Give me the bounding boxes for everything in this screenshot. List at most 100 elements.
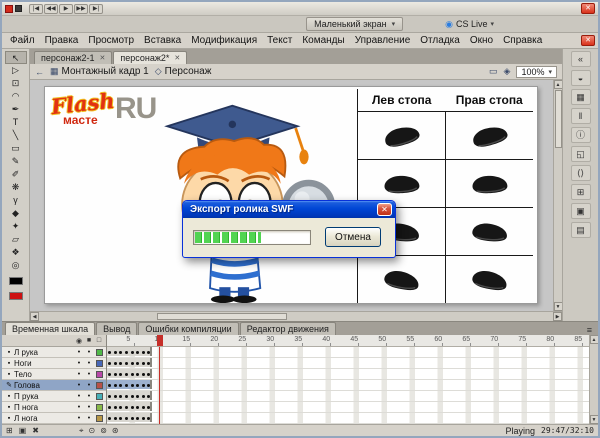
layer-lock-dot[interactable]: •: [84, 349, 94, 356]
menu-item-6[interactable]: Команды: [297, 34, 349, 47]
new-layer-icon[interactable]: ⊞: [6, 426, 13, 435]
hand-tool[interactable]: ❖: [5, 246, 27, 259]
frames-area[interactable]: 510152025303540455055606570758085: [107, 335, 589, 425]
layer-row-4[interactable]: ▪ П рука • •: [2, 391, 106, 403]
frames-row-0[interactable]: [107, 347, 589, 359]
scroll-up-icon[interactable]: ▲: [589, 335, 598, 345]
layer-visible-dot[interactable]: •: [74, 404, 84, 411]
transform-panel-icon[interactable]: ◱: [570, 146, 591, 162]
eraser-tool[interactable]: ▱: [5, 233, 27, 246]
workspace-switcher[interactable]: Маленький экран ▾: [306, 17, 404, 31]
info-panel-icon[interactable]: ⓘ: [570, 127, 591, 143]
stop-icon[interactable]: [15, 5, 22, 12]
dialog-titlebar[interactable]: Экспорт ролика SWF ✕: [183, 201, 395, 218]
pasteboard[interactable]: Flash RU масте Лев стопа Прав стопа Эксп…: [30, 80, 553, 311]
stroke-color-swatch[interactable]: [5, 275, 27, 287]
menu-item-7[interactable]: Управление: [350, 34, 416, 47]
layer-visible-dot[interactable]: •: [74, 415, 84, 422]
go-last-button[interactable]: ▶|: [89, 3, 103, 14]
timeline-tab-2[interactable]: Ошибки компиляции: [138, 322, 239, 336]
cs-live-button[interactable]: ◉ CS Live ▾: [445, 19, 494, 30]
frames-row-6[interactable]: [107, 413, 589, 425]
components-panel-icon[interactable]: ⊞: [570, 184, 591, 200]
layer-visible-dot[interactable]: •: [74, 393, 84, 400]
pen-tool[interactable]: ✒: [5, 103, 27, 116]
frame-ruler[interactable]: 510152025303540455055606570758085: [107, 335, 589, 348]
center-frame-icon[interactable]: ⌖: [79, 426, 84, 436]
rectangle-tool[interactable]: ▭: [5, 142, 27, 155]
pencil-tool[interactable]: ✎: [5, 155, 27, 168]
play-button[interactable]: ▶: [59, 3, 73, 14]
menu-item-2[interactable]: Просмотр: [83, 34, 139, 47]
onion-skin-icon[interactable]: ⊙: [88, 426, 95, 436]
back-arrow-icon[interactable]: ←: [35, 67, 44, 77]
frames-row-1[interactable]: [107, 358, 589, 370]
new-folder-icon[interactable]: ▣: [19, 426, 27, 435]
timeline-tab-1[interactable]: Вывод: [96, 322, 138, 336]
text-tool[interactable]: T: [5, 116, 27, 129]
canvas-horizontal-scrollbar[interactable]: ◀ ▶: [30, 311, 562, 321]
breadcrumb-scene[interactable]: ▦ Монтажный кадр 1: [50, 66, 149, 77]
layer-visible-dot[interactable]: •: [74, 371, 84, 378]
menu-item-5[interactable]: Текст: [262, 34, 297, 47]
timeline-tab-3[interactable]: Редактор движения: [239, 322, 336, 336]
lasso-tool[interactable]: ◠: [5, 90, 27, 103]
doc-tab-1[interactable]: персонаж2* ✕: [113, 51, 188, 64]
layer-lock-dot[interactable]: •: [84, 404, 94, 411]
close-window-button[interactable]: ✕: [581, 3, 595, 14]
menu-item-4[interactable]: Модификация: [186, 34, 262, 47]
layer-lock-dot[interactable]: •: [84, 415, 94, 422]
code-snippets-panel-icon[interactable]: ⟨⟩: [570, 165, 591, 181]
selection-tool[interactable]: ↖: [4, 51, 27, 64]
paint-bucket-tool[interactable]: ◆: [5, 207, 27, 220]
breadcrumb-symbol[interactable]: ◇ Персонаж: [155, 66, 212, 77]
layer-lock-dot[interactable]: •: [84, 393, 94, 400]
close-document-button[interactable]: ✕: [581, 35, 595, 46]
layer-row-0[interactable]: ▪ Л рука • •: [2, 347, 106, 359]
cancel-button[interactable]: Отмена: [325, 227, 381, 247]
dialog-close-button[interactable]: ✕: [377, 203, 392, 216]
collapse-panels-icon[interactable]: «: [570, 51, 591, 67]
forward-button[interactable]: ▶▶: [74, 3, 88, 14]
layer-row-5[interactable]: ▪ П нога • •: [2, 402, 106, 414]
doc-tab-0[interactable]: персонаж2-1 ✕: [34, 51, 113, 64]
rewind-button[interactable]: ◀◀: [44, 3, 58, 14]
stage[interactable]: Flash RU масте Лев стопа Прав стопа: [44, 86, 538, 304]
layer-visible-dot[interactable]: •: [74, 349, 84, 356]
layer-visible-dot[interactable]: •: [74, 382, 84, 389]
eyedropper-tool[interactable]: ✦: [5, 220, 27, 233]
menu-item-9[interactable]: Окно: [465, 34, 498, 47]
layer-row-6[interactable]: ▪ Л нога • •: [2, 413, 106, 425]
eye-icon[interactable]: ◉: [74, 337, 84, 345]
motion-presets-panel-icon[interactable]: ▣: [570, 203, 591, 219]
scroll-right-icon[interactable]: ▶: [553, 312, 562, 321]
frames-row-3[interactable]: [107, 380, 589, 392]
outline-icon[interactable]: □: [94, 337, 104, 344]
scroll-left-icon[interactable]: ◀: [30, 312, 39, 321]
layer-row-3[interactable]: ✎ Голова • •: [2, 380, 106, 392]
playhead-marker[interactable]: [157, 335, 164, 347]
edit-symbol-icon[interactable]: ◈: [504, 66, 511, 77]
menu-item-3[interactable]: Вставка: [139, 34, 186, 47]
layer-lock-dot[interactable]: •: [84, 360, 94, 367]
layer-lock-dot[interactable]: •: [84, 382, 94, 389]
zoom-dropdown[interactable]: 100% ▾: [516, 65, 557, 78]
menu-item-1[interactable]: Правка: [40, 34, 84, 47]
bone-tool[interactable]: γ: [5, 194, 27, 207]
record-icon[interactable]: [5, 4, 13, 13]
frames-row-4[interactable]: [107, 391, 589, 403]
line-tool[interactable]: ╲: [5, 129, 27, 142]
lock-icon[interactable]: ■: [84, 337, 94, 344]
swatches-panel-icon[interactable]: ▦: [570, 89, 591, 105]
go-first-button[interactable]: |◀: [29, 3, 43, 14]
frames-row-2[interactable]: [107, 369, 589, 381]
timeline-tab-0[interactable]: Временная шкала: [5, 322, 96, 336]
menu-item-10[interactable]: Справка: [498, 34, 547, 47]
deco-tool[interactable]: ❋: [5, 181, 27, 194]
menu-item-0[interactable]: Файл: [5, 34, 40, 47]
onion-skin-outlines-icon[interactable]: ⊚: [100, 426, 107, 436]
subselection-tool[interactable]: ▷: [5, 64, 27, 77]
menu-item-8[interactable]: Отладка: [415, 34, 465, 47]
layer-visible-dot[interactable]: •: [74, 360, 84, 367]
horizontal-scroll-thumb[interactable]: [157, 313, 287, 320]
